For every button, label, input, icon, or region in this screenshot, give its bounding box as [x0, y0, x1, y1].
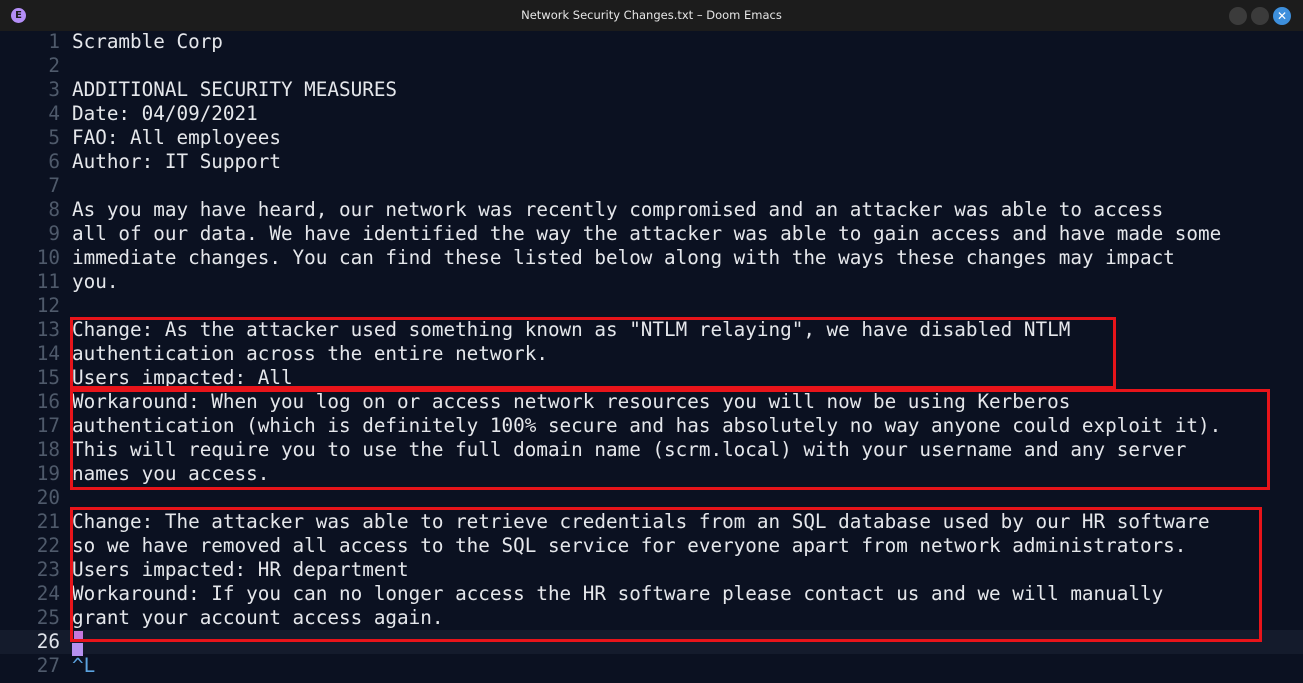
- line-number: 24: [36, 582, 60, 605]
- line-number: 18: [36, 438, 60, 461]
- line-number: 25: [36, 606, 60, 629]
- line-number: 17: [36, 414, 60, 437]
- line-number: 20: [36, 486, 60, 509]
- title-bar[interactable]: E Network Security Changes.txt – Doom Em…: [0, 0, 1303, 32]
- highlight-box-ntlm-change: [70, 317, 1116, 389]
- text-editor-area[interactable]: 1 Scramble Corp 2 3 ADDITIONAL SECURITY MEAS…: [0, 30, 1303, 683]
- line-number: 12: [36, 294, 60, 317]
- line-number: 19: [36, 462, 60, 485]
- maximize-button[interactable]: [1251, 7, 1269, 25]
- line-text: Author: IT Support: [72, 150, 281, 173]
- line-text: all of our data. We have identified the …: [72, 222, 1222, 245]
- line-number: 4: [48, 102, 60, 125]
- emacs-window: E Network Security Changes.txt – Doom Em…: [0, 0, 1303, 683]
- line-number: 2: [48, 54, 60, 77]
- line-text: FAO: All employees: [72, 126, 281, 149]
- minimize-button[interactable]: [1229, 7, 1247, 25]
- editor-line[interactable]: 4 Date: 04/09/2021: [0, 102, 1303, 126]
- highlight-box-sql-change: [70, 507, 1262, 642]
- line-number: 1: [48, 30, 60, 53]
- line-text: ADDITIONAL SECURITY MEASURES: [72, 78, 398, 101]
- editor-line[interactable]: 2: [0, 54, 1303, 78]
- editor-line[interactable]: 27 ^L: [0, 654, 1303, 678]
- editor-line[interactable]: 6 Author: IT Support: [0, 150, 1303, 174]
- line-text: Scramble Corp: [72, 30, 223, 53]
- line-number: 11: [36, 270, 60, 293]
- editor-line[interactable]: 5 FAO: All employees: [0, 126, 1303, 150]
- window-title: Network Security Changes.txt – Doom Emac…: [521, 8, 782, 22]
- line-text: immediate changes. You can find these li…: [72, 246, 1175, 269]
- line-number: 8: [48, 198, 60, 221]
- line-number: 23: [36, 558, 60, 581]
- line-text: As you may have heard, our network was r…: [72, 198, 1164, 221]
- cursor-indicator: [72, 643, 83, 656]
- editor-line[interactable]: 10 immediate changes. You can find these …: [0, 246, 1303, 270]
- editor-line[interactable]: 7: [0, 174, 1303, 198]
- line-number: 6: [48, 150, 60, 173]
- line-number: 7: [48, 174, 60, 197]
- line-number: 9: [48, 222, 60, 245]
- highlight-box-kerberos-workaround: [70, 389, 1270, 490]
- line-text: ^L: [72, 654, 96, 677]
- editor-line[interactable]: 9 all of our data. We have identified the…: [0, 222, 1303, 246]
- editor-line[interactable]: 8 As you may have heard, our network was …: [0, 198, 1303, 222]
- editor-line[interactable]: 12: [0, 294, 1303, 318]
- line-text: you.: [72, 270, 119, 293]
- editor-line[interactable]: 1 Scramble Corp: [0, 30, 1303, 54]
- line-number: 22: [36, 534, 60, 557]
- line-number: 26: [36, 630, 60, 653]
- editor-line[interactable]: 11 you.: [0, 270, 1303, 294]
- line-number: 13: [36, 318, 60, 341]
- close-button[interactable]: ✕: [1273, 7, 1291, 25]
- line-number: 14: [36, 342, 60, 365]
- line-number: 27: [36, 654, 60, 677]
- line-number: 3: [48, 78, 60, 101]
- line-number: 10: [36, 246, 60, 269]
- line-text: Date: 04/09/2021: [72, 102, 258, 125]
- line-number: 16: [36, 390, 60, 413]
- line-number: 5: [48, 126, 60, 149]
- line-number: 15: [36, 366, 60, 389]
- editor-line[interactable]: 3 ADDITIONAL SECURITY MEASURES: [0, 78, 1303, 102]
- line-number: 21: [36, 510, 60, 533]
